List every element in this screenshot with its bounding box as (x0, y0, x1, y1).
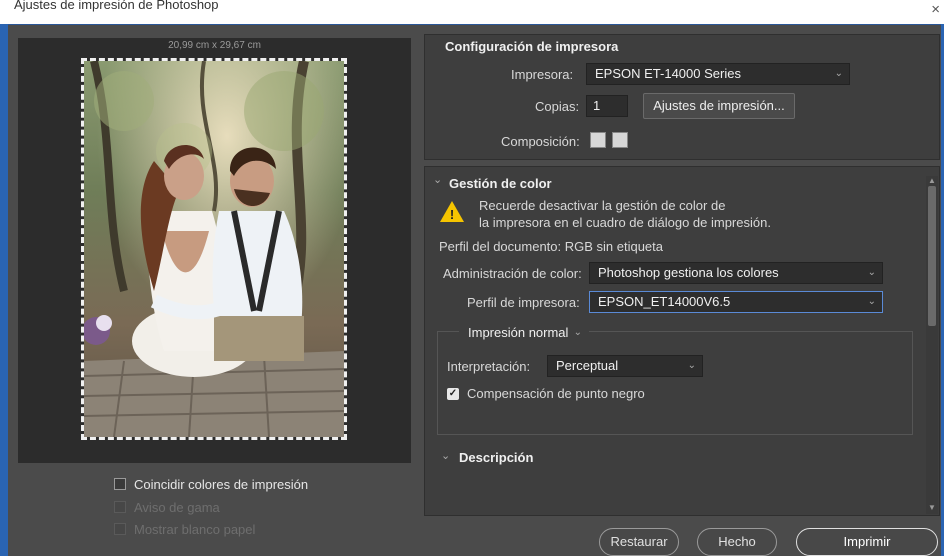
close-icon[interactable]: × (931, 1, 940, 19)
paper-size-label: 20,99 cm x 29,67 cm (168, 40, 261, 51)
checkbox-label: Aviso de gama (134, 499, 220, 515)
title-bar: Ajustes de impresión de Photoshop × (0, 0, 944, 25)
chevron-down-icon: ⌄ (573, 327, 582, 338)
scrollbar-thumb[interactable] (928, 186, 936, 326)
print-settings-button[interactable]: Ajustes de impresión... (643, 93, 795, 119)
scroll-up-icon[interactable]: ▲ (928, 176, 936, 185)
printer-profile-label: Perfil de impresora: (467, 295, 580, 310)
checkbox-box[interactable] (114, 501, 126, 513)
print-button[interactable]: Imprimir (796, 528, 938, 556)
document-profile-text: Perfil del documento: RGB sin etiqueta (439, 239, 664, 254)
color-management-section: ⌄ Gestión de color ! Recuerde desactivar… (424, 166, 940, 516)
checkbox-box[interactable] (114, 478, 126, 490)
rendering-intent-label: Interpretación: (447, 359, 531, 374)
warning-text-line1: Recuerde desactivar la gestión de color … (479, 198, 726, 213)
warning-icon-mark: ! (449, 207, 455, 222)
scroll-down-icon[interactable]: ▼ (928, 503, 936, 512)
print-mode-group (437, 331, 913, 435)
printer-select[interactable]: EPSON ET-14000 Series ⌄ (586, 63, 850, 85)
print-mode-value: Impresión normal (468, 325, 569, 340)
rendering-intent-select[interactable]: Perceptual ⌄ (547, 355, 703, 377)
rendering-intent-value: Perceptual (556, 358, 619, 373)
chevron-down-icon[interactable]: ⌄ (433, 173, 442, 186)
copies-input[interactable]: 1 (586, 95, 628, 117)
show-paper-white-checkbox[interactable]: Mostrar blanco papel (114, 520, 255, 538)
warning-text-line2: la impresora en el cuadro de diálogo de … (479, 215, 771, 230)
done-button[interactable]: Hecho (697, 528, 777, 556)
section-title: Gestión de color (449, 176, 552, 191)
printer-profile-value: EPSON_ET14000V6.5 (598, 294, 731, 309)
color-handling-value: Photoshop gestiona los colores (598, 265, 779, 280)
chevron-down-icon: ⌄ (867, 267, 876, 278)
printer-profile-select[interactable]: EPSON_ET14000V6.5 ⌄ (589, 291, 883, 313)
portrait-orientation-icon[interactable] (590, 132, 606, 148)
print-preview: 20,99 cm x 29,67 cm (18, 38, 411, 463)
chevron-down-icon: ⌄ (867, 296, 876, 307)
checkbox-label: Mostrar blanco papel (134, 521, 256, 537)
reset-button[interactable]: Restaurar (599, 528, 679, 556)
printer-setup-section: Configuración de impresora Impresora: EP… (424, 34, 940, 160)
landscape-orientation-icon[interactable] (612, 132, 628, 148)
color-handling-select[interactable]: Photoshop gestiona los colores ⌄ (589, 262, 883, 284)
printer-label: Impresora: (511, 67, 574, 82)
chevron-down-icon: ⌄ (834, 68, 843, 79)
description-title: Descripción (459, 450, 534, 465)
chevron-down-icon: ⌄ (687, 360, 696, 371)
copies-label: Copias: (535, 99, 580, 114)
black-point-label: Compensación de punto negro (467, 386, 645, 401)
window-title: Ajustes de impresión de Photoshop (14, 0, 219, 12)
print-mode-select[interactable]: Impresión normal ⌄ (459, 322, 589, 344)
section-title: Configuración de impresora (445, 39, 619, 54)
chevron-down-icon[interactable]: ⌄ (441, 449, 450, 462)
checkbox-box[interactable] (114, 523, 126, 535)
match-print-colors-checkbox[interactable]: Coincidir colores de impresión (114, 475, 308, 493)
black-point-checkbox[interactable]: ✓ (447, 388, 459, 400)
window-frame-left (0, 24, 8, 556)
color-handling-label: Administración de color: (443, 266, 582, 281)
preview-image (81, 58, 347, 440)
checkbox-label: Coincidir colores de impresión (134, 476, 309, 492)
layout-label: Composición: (501, 134, 580, 149)
gamut-warning-checkbox[interactable]: Aviso de gama (114, 498, 220, 516)
printer-value: EPSON ET-14000 Series (595, 66, 741, 81)
